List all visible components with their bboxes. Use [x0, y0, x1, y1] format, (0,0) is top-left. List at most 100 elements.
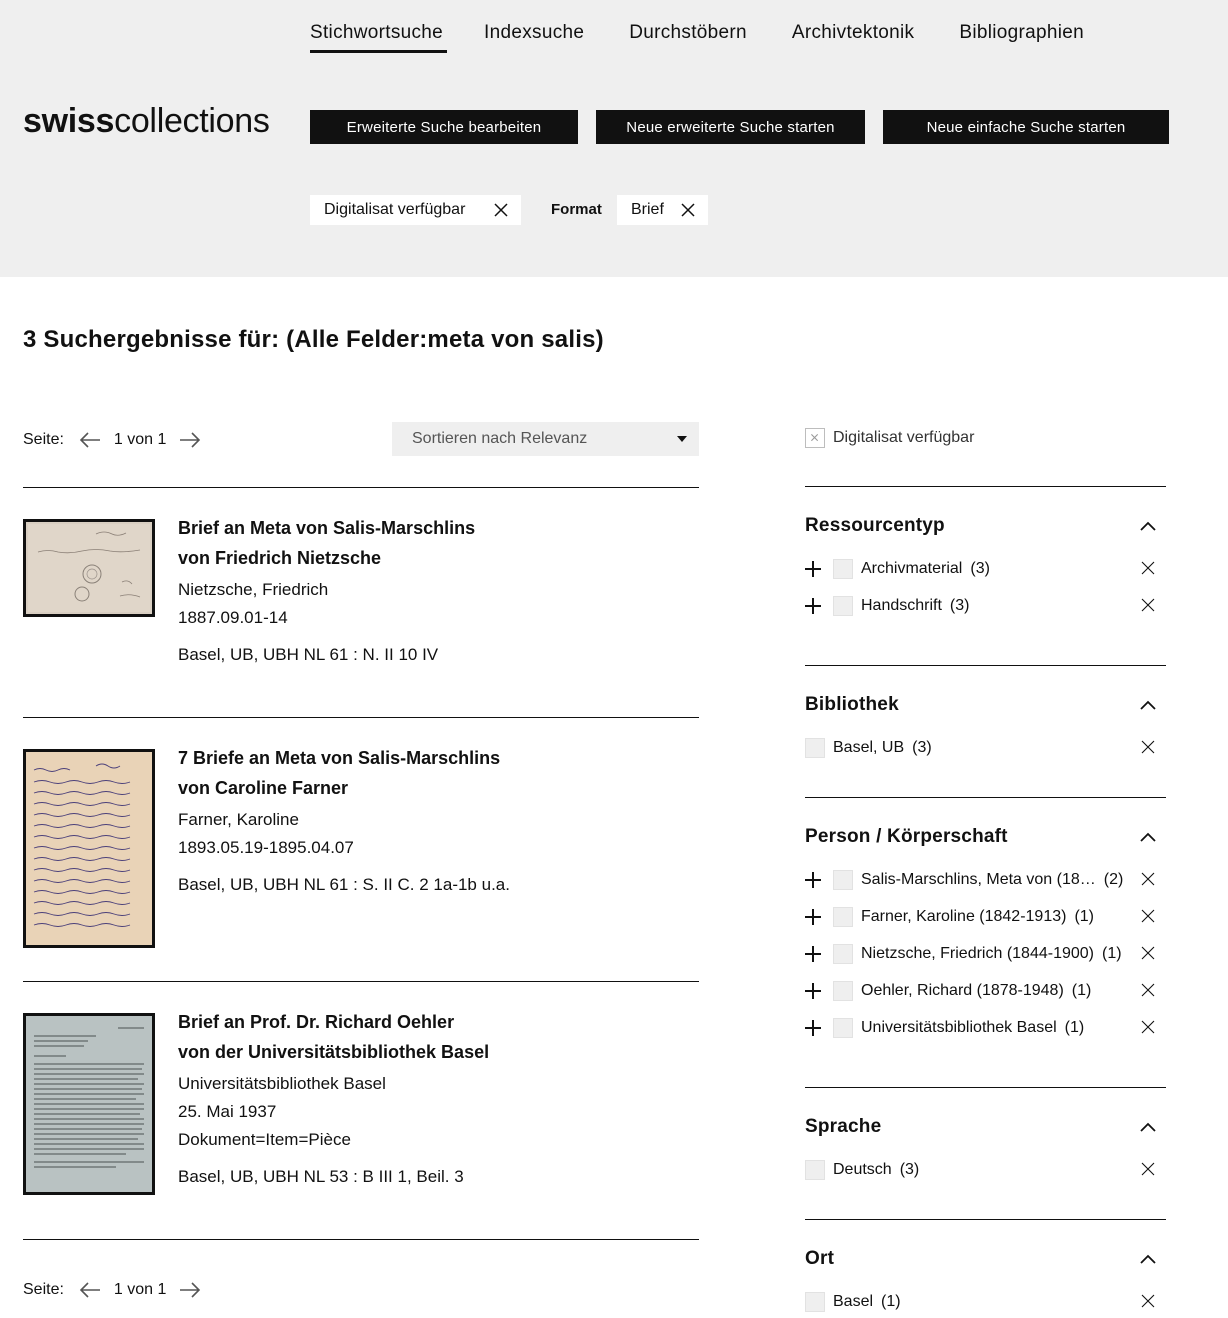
edit-advanced-search-button[interactable]: Erweiterte Suche bearbeiten [310, 110, 578, 144]
close-icon[interactable] [1141, 1162, 1155, 1176]
close-icon[interactable] [1141, 909, 1155, 923]
result-title-line2[interactable]: von der Universitätsbibliothek Basel [178, 1035, 698, 1070]
site-logo[interactable]: swisscollections [23, 104, 270, 138]
pager-label: Seite: [23, 431, 64, 448]
nav-tab-durchstoebern[interactable]: Durchstöbern [629, 22, 747, 50]
result-date: 1887.09.01-14 [178, 608, 288, 627]
facet-title-ressourcentyp[interactable]: Ressourcentyp [805, 515, 945, 537]
nav-tab-archivtektonik[interactable]: Archivtektonik [792, 22, 914, 50]
new-simple-search-button[interactable]: Neue einfache Suche starten [883, 110, 1169, 144]
facet-checkbox[interactable] [833, 596, 853, 616]
chevron-up-icon[interactable] [1139, 1121, 1157, 1133]
facet-option-count: (3) [970, 560, 990, 577]
facet-checkbox[interactable] [805, 738, 825, 758]
facet-checkbox[interactable] [805, 1160, 825, 1180]
facet-checkbox[interactable] [833, 1018, 853, 1038]
pager-page-text: 1 von 1 [113, 1281, 167, 1298]
facet-option: Basel (1) [805, 1290, 1166, 1314]
result-signature: Basel, UB, UBH NL 61 : N. II 10 IV [178, 645, 439, 664]
facet-checkbox[interactable] [805, 1292, 825, 1312]
facet-option-label: Nietzsche, Friedrich (1844-1900) [861, 945, 1094, 962]
nav-tab-indexsuche[interactable]: Indexsuche [484, 22, 584, 50]
facet-option-count: (3) [912, 739, 932, 756]
result-thumbnail[interactable] [23, 749, 155, 948]
result-thumbnail[interactable] [23, 519, 155, 617]
facet-digitized-toggle[interactable]: Digitalisat verfügbar [805, 428, 974, 448]
filter-chip-format[interactable]: Brief [617, 195, 708, 225]
close-icon[interactable] [1141, 598, 1155, 612]
result-text: Brief an Meta von Salis-Marschlins von F… [178, 511, 698, 669]
close-icon[interactable] [680, 202, 696, 218]
facet-option: Oehler, Richard (1878-1948) (1) [805, 979, 1166, 1003]
pager-page-text: 1 von 1 [113, 431, 167, 448]
facet-option: Handschrift (3) [805, 594, 1166, 618]
close-icon[interactable] [1141, 1020, 1155, 1034]
chevron-up-icon[interactable] [1139, 520, 1157, 532]
facet-option-count: (2) [1103, 871, 1124, 888]
chevron-up-icon[interactable] [1139, 1253, 1157, 1265]
facet-option-count: (1) [1102, 945, 1122, 962]
facet-option-count: (3) [899, 1161, 920, 1178]
close-icon[interactable] [493, 202, 509, 218]
facet-option: Universitätsbibliothek Basel (1) [805, 1016, 1166, 1040]
facet-checkbox[interactable] [833, 981, 853, 1001]
nav-tab-stichwortsuche[interactable]: Stichwortsuche [310, 22, 448, 53]
facet-checkbox[interactable] [833, 907, 853, 927]
facet-checkbox[interactable] [833, 870, 853, 890]
plus-icon[interactable] [805, 598, 821, 614]
facet-option: Archivmaterial (3) [805, 557, 1166, 581]
divider [23, 717, 699, 718]
nav-tab-bibliographien[interactable]: Bibliographien [959, 22, 1084, 50]
close-icon[interactable] [1141, 561, 1155, 575]
plus-icon[interactable] [805, 983, 821, 999]
facet-option-label: Universitätsbibliothek Basel [861, 1019, 1057, 1036]
arrow-right-icon[interactable] [179, 432, 201, 448]
filter-chip-digitized[interactable]: Digitalisat verfügbar [310, 195, 521, 225]
facet-title-person[interactable]: Person / Körperschaft [805, 826, 1008, 848]
facet-checkbox[interactable] [833, 559, 853, 579]
result-date: 25. Mai 1937 [178, 1102, 277, 1121]
divider [805, 1219, 1166, 1220]
close-icon[interactable] [1141, 740, 1155, 754]
result-title-line2[interactable]: von Friedrich Nietzsche [178, 541, 698, 576]
result-thumbnail[interactable] [23, 1013, 155, 1195]
close-icon[interactable] [1141, 983, 1155, 997]
filter-chip-format-value: Brief [631, 201, 664, 218]
facet-checkbox[interactable] [833, 944, 853, 964]
result-title-line2[interactable]: von Caroline Farner [178, 771, 698, 806]
new-advanced-search-button[interactable]: Neue erweiterte Suche starten [596, 110, 865, 144]
plus-icon[interactable] [805, 1020, 821, 1036]
checkbox-checked[interactable] [805, 428, 825, 448]
results-heading: 3 Suchergebnisse für: (Alle Felder:meta … [23, 326, 604, 353]
plus-icon[interactable] [805, 561, 821, 577]
facet-digitized-label: Digitalisat verfügbar [833, 429, 975, 446]
chevron-up-icon[interactable] [1139, 831, 1157, 843]
facet-option-count: (1) [1064, 1019, 1085, 1036]
close-icon [811, 434, 819, 442]
result-date: 1893.05.19-1895.04.07 [178, 838, 354, 857]
facet-title-bibliothek[interactable]: Bibliothek [805, 694, 899, 716]
result-author: Farner, Karoline [178, 810, 299, 829]
result-signature: Basel, UB, UBH NL 61 : S. II C. 2 1a-1b … [178, 875, 510, 894]
divider [805, 665, 1166, 666]
close-icon[interactable] [1141, 1294, 1155, 1308]
facet-title-ort[interactable]: Ort [805, 1248, 834, 1270]
filter-format-label: Format [551, 201, 602, 218]
pager-bottom: Seite: 1 von 1 [23, 1278, 201, 1302]
main-nav: Stichwortsuche Indexsuche Durchstöbern A… [310, 22, 1084, 53]
plus-icon[interactable] [805, 872, 821, 888]
arrow-left-icon[interactable] [79, 432, 101, 448]
facet-option-label: Archivmaterial [861, 560, 963, 577]
facet-option-label: Oehler, Richard (1878-1948) [861, 982, 1064, 999]
sort-select[interactable]: Sortieren nach Relevanz [392, 422, 699, 456]
arrow-left-icon[interactable] [79, 1282, 101, 1298]
plus-icon[interactable] [805, 909, 821, 925]
close-icon[interactable] [1141, 872, 1155, 886]
chevron-up-icon[interactable] [1139, 699, 1157, 711]
active-filters: Digitalisat verfügbar Format Brief [310, 195, 810, 225]
facet-title-sprache[interactable]: Sprache [805, 1116, 881, 1138]
plus-icon[interactable] [805, 946, 821, 962]
arrow-right-icon[interactable] [179, 1282, 201, 1298]
header: Stichwortsuche Indexsuche Durchstöbern A… [0, 0, 1228, 277]
close-icon[interactable] [1141, 946, 1155, 960]
